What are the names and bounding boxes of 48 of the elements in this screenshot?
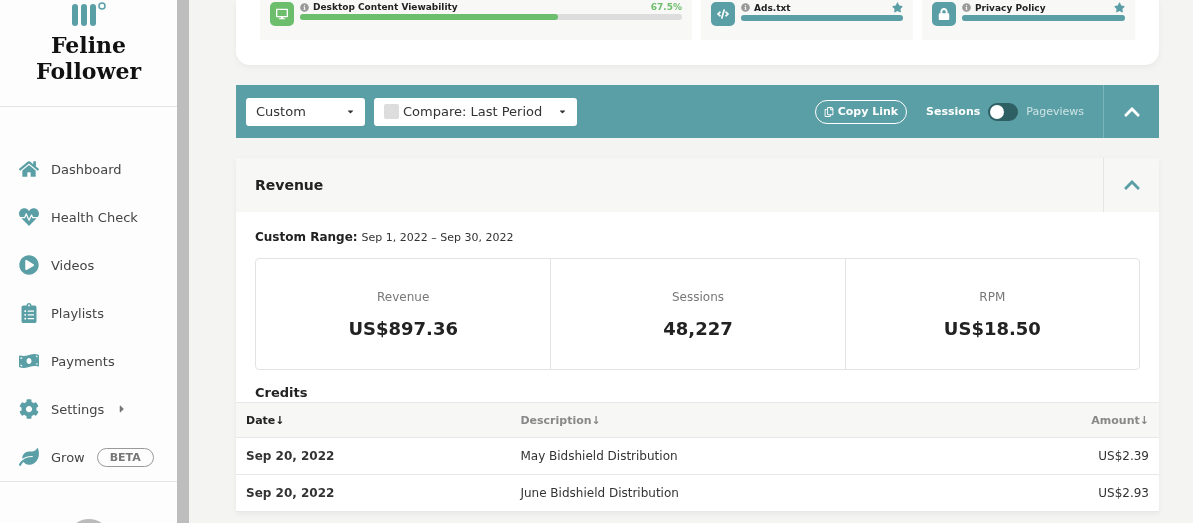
stat-value: 48,227 — [663, 317, 733, 339]
table-cell: Sep 20, 2022 — [236, 437, 511, 475]
compare-dropdown[interactable]: Compare: Last Period — [374, 97, 577, 126]
home-icon — [19, 159, 39, 180]
star-icon — [892, 2, 903, 13]
stat-value: US$897.36 — [348, 317, 458, 339]
caret-icon — [558, 107, 567, 116]
table-cell: US$2.93 — [962, 474, 1159, 512]
table-cell: Sep 20, 2022 — [236, 474, 511, 512]
play-icon — [19, 255, 39, 276]
stat-label: Revenue — [377, 289, 430, 304]
info-icon — [962, 3, 971, 12]
range-value: Sep 1, 2022 – Sep 30, 2022 — [361, 231, 514, 244]
nav-item[interactable]: Grow BETA — [0, 433, 177, 482]
stat-label: Sessions — [671, 289, 724, 304]
nav-item[interactable]: Payments — [0, 337, 177, 386]
nav-item[interactable]: Dashboard — [0, 145, 177, 194]
heartbeat-icon — [19, 207, 39, 228]
check-label: Privacy Policy — [975, 2, 1047, 13]
range-dropdown[interactable]: Custom — [246, 97, 365, 126]
table-cell: May Bidshield Distribution — [510, 437, 963, 475]
scrollbar[interactable] — [177, 0, 189, 523]
check-label: Desktop Content Viewability — [313, 2, 459, 12]
leaf-icon — [19, 447, 39, 468]
settings-icon — [19, 399, 39, 420]
info-icon — [300, 2, 309, 12]
check-label: Ads.txt — [754, 2, 792, 13]
copy-icon — [823, 106, 834, 117]
nav-item[interactable]: Videos — [0, 241, 177, 290]
section-title: Credits — [255, 385, 309, 400]
nav-item[interactable]: Health Check — [0, 193, 177, 242]
column-header[interactable]: Date↓ — [236, 402, 511, 438]
list-icon — [19, 303, 39, 324]
compare-checkbox[interactable] — [384, 104, 399, 119]
metric-switch[interactable] — [988, 102, 1019, 121]
info-icon — [741, 3, 750, 12]
table-cell: June Bidshield Distribution — [510, 474, 963, 512]
nav-item[interactable]: Playlists — [0, 289, 177, 338]
brand-name: Feline Follower — [35, 32, 143, 84]
star-icon — [1114, 2, 1125, 13]
stat-label: RPM — [979, 289, 1006, 304]
caret-icon — [346, 107, 355, 116]
stat-value: US$18.50 — [943, 317, 1041, 339]
check-value: 67.5% — [650, 2, 682, 12]
card-title: Revenue — [255, 177, 325, 193]
nav-item[interactable]: Settings — [0, 385, 177, 434]
range-label: Custom Range: — [255, 230, 358, 244]
table-cell: US$2.39 — [962, 437, 1159, 475]
